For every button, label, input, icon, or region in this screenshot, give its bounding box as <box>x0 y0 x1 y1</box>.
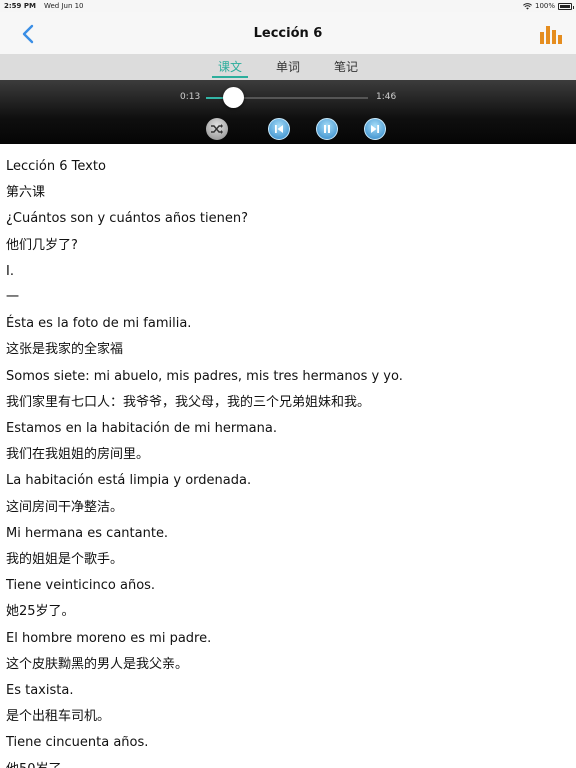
navigation-bar: Lección 6 <box>0 12 576 54</box>
status-bar: 2:59 PM Wed Jun 10 100% <box>0 0 576 12</box>
bar-chart-bar <box>546 26 550 44</box>
status-right: 100% <box>523 2 574 10</box>
pause-button[interactable] <box>316 118 338 140</box>
text-line: Lección 6 Texto <box>6 159 106 174</box>
status-date: Wed Jun 10 <box>43 2 84 10</box>
tab-vocabulary[interactable]: 单词 <box>274 54 302 80</box>
text-line: 这个皮肤黝黑的男人是我父亲。 <box>6 656 189 672</box>
audio-player: 0:13 1:46 <box>0 80 576 144</box>
tab-notes[interactable]: 笔记 <box>332 54 360 80</box>
bar-chart-icon <box>540 32 544 44</box>
segment-tabs: 课文 单词 笔记 <box>0 54 576 80</box>
shuffle-button[interactable] <box>206 118 228 140</box>
text-line: 这间房间干净整洁。 <box>6 499 124 515</box>
bar-chart-bar <box>552 30 556 44</box>
text-line: 我们家里有七口人：我爷爷，我父母，我的三个兄弟姐妹和我。 <box>6 394 371 410</box>
skip-next-icon <box>371 125 379 133</box>
status-time: 2:59 PM <box>4 2 36 10</box>
text-line: Estamos en la habitación de mi hermana. <box>6 421 277 437</box>
text-line: 这张是我家的全家福 <box>6 342 124 358</box>
wifi-icon <box>523 2 532 9</box>
page-title: Lección 6 <box>253 25 323 41</box>
text-line: Ésta es la foto de mi familia. <box>6 316 192 332</box>
shuffle-icon <box>211 124 223 134</box>
text-line: Tiene veinticinco años. <box>6 578 156 594</box>
text-line: I. <box>6 263 14 279</box>
text-line: 他50岁了。 <box>6 757 570 768</box>
text-line: 第六课 <box>6 185 46 201</box>
text-line: La habitación está limpia y ordenada. <box>6 473 252 489</box>
text-line: 我的姐姐是个歌手。 <box>6 552 124 568</box>
next-button[interactable] <box>364 118 386 140</box>
text-line: Mi hermana es cantante. <box>6 525 169 541</box>
text-line: El hombre moreno es mi padre. <box>6 630 212 646</box>
tab-text[interactable]: 课文 <box>211 54 249 80</box>
battery-icon <box>558 2 574 10</box>
statistics-button[interactable] <box>540 24 562 44</box>
text-line: Tiene cincuenta años. <box>6 735 149 751</box>
text-line: 我们在我姐姐的房间里。 <box>6 447 150 463</box>
text-line: 她25岁了。 <box>6 604 75 620</box>
text-line: 他们几岁了? <box>6 237 78 253</box>
text-line: 一 <box>6 290 20 306</box>
lesson-text: Lección 6 Texto 第六课 ¿Cuántos son y cuántos… <box>0 144 576 768</box>
back-button[interactable] <box>18 22 38 46</box>
total-time: 1:46 <box>376 92 397 102</box>
current-time: 0:13 <box>180 92 201 102</box>
text-line: 是个出租车司机。 <box>6 709 111 725</box>
chevron-left-icon <box>22 24 34 44</box>
pause-icon <box>324 125 330 133</box>
previous-button[interactable] <box>268 118 290 140</box>
text-line: Es taxista. <box>6 683 74 699</box>
skip-previous-icon <box>275 125 283 133</box>
battery-percent: 100% <box>534 2 555 10</box>
bar-chart-bar <box>558 35 562 44</box>
progress-slider-thumb[interactable] <box>223 87 245 108</box>
text-line: Somos siete: mi abuelo, mis padres, mis … <box>6 368 403 384</box>
text-line: ¿Cuántos son y cuántos años tienen? <box>6 211 248 227</box>
